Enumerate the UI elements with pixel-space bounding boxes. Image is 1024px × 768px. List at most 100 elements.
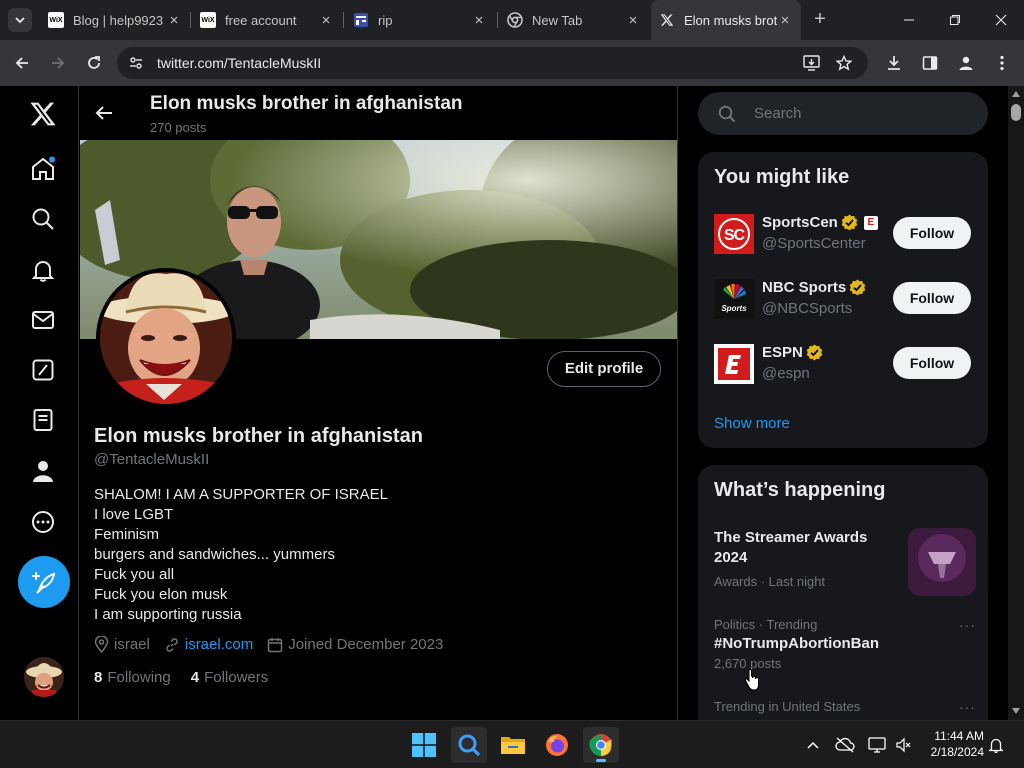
volume-tray-icon[interactable] (893, 735, 913, 755)
scroll-down-icon[interactable] (1012, 708, 1020, 714)
more-options-icon[interactable]: ··· (959, 617, 976, 633)
trend-meta: Trending in United States (714, 699, 861, 714)
chrome-taskbar-button[interactable] (583, 727, 619, 763)
downloads-button[interactable] (882, 51, 906, 75)
nav-lists[interactable] (27, 404, 59, 436)
follow-button[interactable]: Follow (893, 347, 971, 379)
tab-rip[interactable]: rip × (345, 6, 495, 34)
trend-item[interactable]: The Streamer Awards 2024 Awards · Last n… (714, 528, 976, 598)
trend-item[interactable]: Trending in United States ··· (714, 699, 976, 720)
follow-button[interactable]: Follow (893, 217, 971, 249)
system-clock[interactable]: 11:44 AM 2/18/2024 (918, 728, 984, 760)
tab-free-account[interactable]: WiX free account × (192, 6, 342, 34)
bio-line: Fuck you all (94, 566, 175, 583)
tab-title: Blog | help9923 (73, 12, 164, 28)
person-icon (959, 56, 973, 70)
close-tab-icon[interactable]: × (318, 12, 334, 29)
nav-notifications[interactable] (27, 254, 59, 286)
location-pin-icon (94, 636, 109, 653)
edit-profile-button[interactable]: Edit profile (547, 351, 661, 387)
start-button[interactable] (406, 727, 442, 763)
url-text[interactable]: twitter.com/TentacleMuskII (157, 55, 321, 71)
nav-messages[interactable] (27, 304, 59, 336)
suggestion-name-text: NBC Sports (762, 279, 847, 296)
following-link[interactable]: 8 Following (94, 669, 171, 686)
tab-separator (497, 12, 498, 28)
tab-blog[interactable]: WiX Blog | help9923 × (40, 6, 190, 34)
profile-avatar[interactable] (96, 268, 236, 408)
reload-button[interactable] (82, 51, 106, 75)
minimize-button[interactable] (894, 8, 924, 32)
followers-link[interactable]: 4 Followers (191, 669, 269, 686)
followers-label: Followers (204, 669, 269, 686)
close-tab-icon[interactable]: × (625, 12, 641, 29)
post-button[interactable] (18, 556, 70, 608)
you-might-like-card: You might like SC SportsCen E @SportsCen… (698, 152, 988, 448)
profile-website[interactable]: israel.com (164, 636, 253, 653)
scrollbar-thumb[interactable] (1011, 104, 1021, 121)
back-button[interactable] (94, 103, 114, 123)
install-app-icon[interactable] (803, 55, 820, 71)
side-panel-button[interactable] (918, 51, 942, 75)
profile-handle: @TentacleMuskII (94, 451, 210, 468)
notifications-button[interactable] (986, 735, 1006, 755)
star-icon[interactable] (836, 55, 852, 71)
x-home-logo[interactable] (27, 98, 59, 130)
onedrive-tray-icon[interactable] (835, 735, 855, 755)
trend-item[interactable]: Politics · Trending #NoTrumpAbortionBan … (714, 617, 976, 673)
list-icon (33, 409, 53, 431)
page-scrollbar[interactable] (1008, 86, 1024, 720)
profile-button[interactable] (954, 51, 978, 75)
menu-button[interactable] (990, 51, 1014, 75)
nav-more[interactable] (27, 506, 59, 538)
more-options-icon[interactable]: ··· (959, 699, 976, 715)
scroll-up-icon[interactable] (1012, 91, 1020, 97)
espn-logo (714, 344, 754, 384)
forward-button[interactable] (46, 51, 70, 75)
search-input[interactable]: Search (698, 92, 988, 135)
suggestion-name-text: ESPN (762, 344, 803, 361)
suggestion-sportscenter[interactable]: SC SportsCen E @SportsCenter Follow (714, 214, 976, 254)
restore-button[interactable] (940, 8, 970, 32)
close-tab-icon[interactable]: × (166, 12, 182, 29)
sportscenter-logo: SC (714, 214, 754, 254)
suggestion-name: ESPN (762, 344, 823, 361)
firefox-button[interactable] (539, 727, 575, 763)
suggestion-handle: @espn (762, 365, 810, 382)
nav-explore[interactable] (27, 203, 59, 235)
chrome-icon (589, 734, 612, 756)
speaker-muted-icon (896, 737, 911, 753)
profile-meta: israel israel.com Joined December 2023 (94, 636, 457, 653)
show-hidden-icons-button[interactable] (803, 735, 823, 755)
search-icon (458, 734, 481, 757)
website-link[interactable]: israel.com (185, 636, 253, 653)
x-logo-icon (659, 12, 675, 28)
close-tab-icon[interactable]: × (777, 12, 793, 29)
network-tray-icon[interactable] (867, 735, 887, 755)
you-might-like-title: You might like (714, 166, 850, 188)
address-bar[interactable]: twitter.com/TentacleMuskII (117, 47, 868, 79)
nav-home[interactable] (27, 153, 59, 185)
close-tab-icon[interactable]: × (471, 12, 487, 29)
verified-gold-icon (849, 279, 866, 296)
suggestion-espn[interactable]: ESPN @espn Follow (714, 344, 976, 384)
tab-search-button[interactable] (8, 8, 32, 32)
suggestion-name: NBC Sports (762, 279, 866, 296)
nav-profile[interactable] (27, 455, 59, 487)
nav-grok[interactable] (27, 354, 59, 386)
new-tab-button[interactable]: + (808, 8, 832, 32)
suggestion-nbcsports[interactable]: Sports NBC Sports @NBCSports Follow (714, 279, 976, 319)
close-window-button[interactable] (986, 8, 1016, 32)
tab-title: New Tab (532, 12, 583, 28)
restore-icon (950, 15, 960, 25)
tab-x-profile[interactable]: Elon musks brother × (651, 0, 801, 40)
file-explorer-button[interactable] (495, 727, 531, 763)
back-button[interactable] (10, 51, 34, 75)
site-settings-icon[interactable] (129, 56, 143, 70)
taskbar-search-button[interactable] (451, 727, 487, 763)
chevron-up-icon (807, 741, 819, 749)
account-avatar[interactable] (24, 657, 64, 697)
show-more-link[interactable]: Show more (714, 415, 790, 432)
tab-new-tab[interactable]: New Tab × (499, 6, 649, 34)
follow-button[interactable]: Follow (893, 282, 971, 314)
